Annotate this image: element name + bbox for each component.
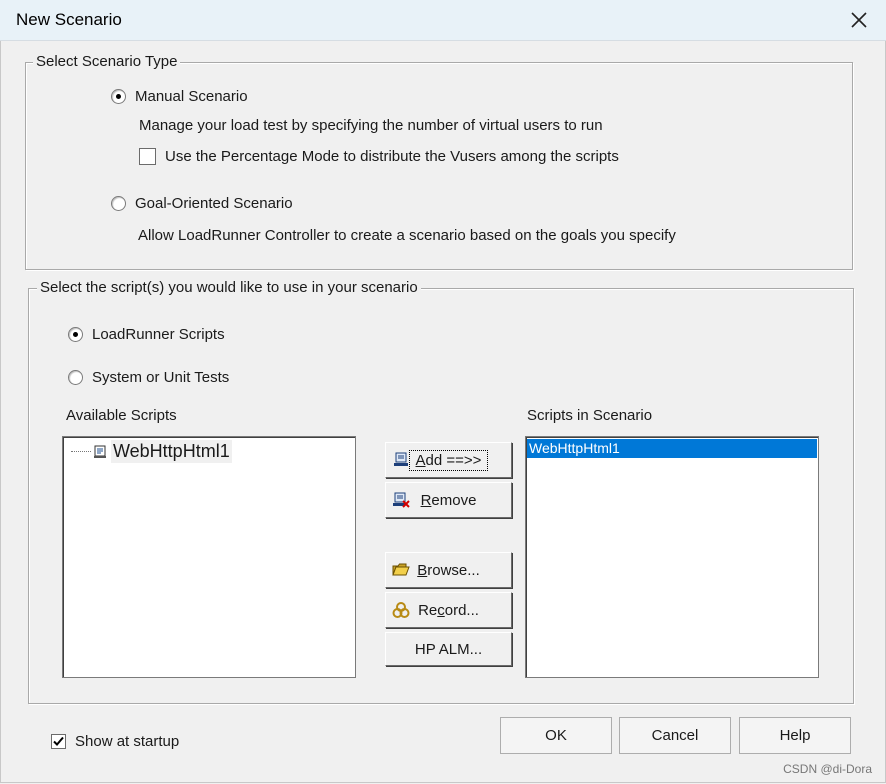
unit-tests-radio-indicator — [68, 370, 83, 385]
goal-oriented-radio[interactable]: Goal-Oriented Scenario — [111, 195, 293, 212]
show-at-startup-check-indicator — [51, 734, 66, 749]
available-scripts-label: Available Scripts — [66, 407, 177, 424]
help-button-label: Help — [779, 727, 811, 744]
scenario-type-legend: Select Scenario Type — [33, 53, 181, 71]
hp-alm-button[interactable]: HP ALM... — [385, 632, 512, 666]
manual-scenario-label: Manual Scenario — [135, 88, 248, 105]
record-icon — [392, 602, 410, 618]
show-at-startup-checkbox[interactable]: Show at startup — [51, 733, 179, 750]
available-scripts-list[interactable]: WebHttpHtml1 — [62, 436, 356, 678]
scripts-in-scenario-list[interactable]: WebHttpHtml1 — [525, 436, 819, 678]
remove-button-label: Remove — [420, 491, 477, 509]
close-button[interactable] — [842, 3, 876, 37]
percentage-mode-checkbox[interactable]: Use the Percentage Mode to distribute th… — [139, 148, 619, 165]
goal-oriented-label: Goal-Oriented Scenario — [135, 195, 293, 212]
watermark-text: CSDN @di-Dora — [783, 762, 872, 776]
add-button[interactable]: Add ==>> — [385, 442, 512, 478]
browse-button-label: Browse... — [417, 561, 480, 579]
cancel-button[interactable]: Cancel — [619, 717, 731, 754]
show-at-startup-label: Show at startup — [75, 733, 180, 750]
remove-script-icon — [393, 492, 410, 508]
script-icon — [94, 445, 106, 458]
ok-button[interactable]: OK — [500, 717, 612, 754]
checkmark-icon — [53, 736, 64, 746]
ok-button-label: OK — [545, 727, 567, 744]
manual-scenario-description: Manage your load test by specifying the … — [139, 117, 603, 134]
scripts-in-scenario-label: Scripts in Scenario — [527, 407, 653, 424]
percentage-mode-label: Use the Percentage Mode to distribute th… — [165, 148, 619, 165]
goal-oriented-description: Allow LoadRunner Controller to create a … — [138, 227, 676, 244]
record-button[interactable]: Record... — [385, 592, 512, 628]
percentage-mode-check-indicator — [139, 148, 156, 165]
dialog-title: New Scenario — [16, 10, 122, 29]
scenario-script-item[interactable]: WebHttpHtml1 — [527, 439, 817, 458]
browse-button[interactable]: Browse... — [385, 552, 512, 588]
manual-scenario-radio[interactable]: Manual Scenario — [111, 88, 248, 105]
unit-tests-label: System or Unit Tests — [92, 369, 230, 386]
manual-radio-indicator — [111, 89, 126, 104]
loadrunner-scripts-label: LoadRunner Scripts — [92, 326, 225, 343]
folder-open-icon — [392, 563, 410, 576]
add-script-icon — [394, 452, 408, 466]
loadrunner-radio-indicator — [68, 327, 83, 342]
title-bar: New Scenario — [0, 0, 886, 41]
record-button-label: Record... — [418, 601, 479, 619]
scripts-legend: Select the script(s) you would like to u… — [37, 279, 421, 297]
remove-button[interactable]: Remove — [385, 482, 512, 518]
tree-item-webhttphtml1[interactable]: WebHttpHtml1 — [71, 440, 232, 463]
add-button-label: Add ==>> — [408, 449, 489, 471]
help-button[interactable]: Help — [739, 717, 851, 754]
loadrunner-scripts-radio[interactable]: LoadRunner Scripts — [68, 326, 225, 343]
goal-radio-indicator — [111, 196, 126, 211]
unit-tests-radio[interactable]: System or Unit Tests — [68, 369, 229, 386]
available-script-name: WebHttpHtml1 — [111, 440, 232, 463]
close-icon — [851, 12, 867, 28]
hp-alm-button-label: HP ALM... — [414, 640, 483, 658]
cancel-button-label: Cancel — [651, 727, 699, 744]
tree-connector — [71, 451, 91, 452]
